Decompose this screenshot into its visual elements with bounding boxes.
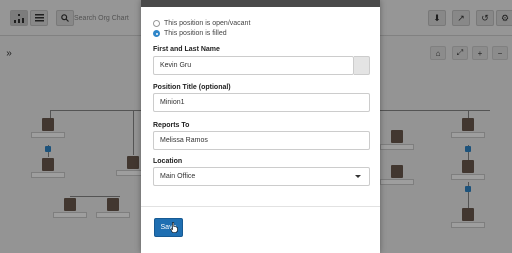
- position-modal: This position is open/vacant This positi…: [141, 0, 380, 253]
- modal-header: [141, 0, 380, 7]
- save-button[interactable]: Save: [154, 218, 183, 237]
- location-select[interactable]: Main Office: [153, 167, 370, 186]
- radio-open-vacant[interactable]: This position is open/vacant: [153, 20, 250, 27]
- chevron-down-icon: [355, 175, 361, 178]
- reports-to-label: Reports To: [153, 122, 190, 129]
- location-select-value: Main Office: [160, 173, 196, 180]
- name-label: First and Last Name: [153, 46, 220, 53]
- position-title-field[interactable]: Minion1: [153, 93, 370, 112]
- radio-label: This position is filled: [164, 30, 227, 37]
- name-field-addon[interactable]: [354, 56, 370, 75]
- position-title-label: Position Title (optional): [153, 84, 231, 91]
- reports-to-field[interactable]: Melissa Ramos: [153, 131, 370, 150]
- radio-checked-icon[interactable]: [153, 30, 160, 37]
- radio-label: This position is open/vacant: [164, 20, 251, 27]
- radio-filled[interactable]: This position is filled: [153, 30, 227, 37]
- name-field[interactable]: Kevin Gru: [153, 56, 354, 75]
- location-label: Location: [153, 158, 183, 165]
- radio-icon[interactable]: [153, 20, 160, 27]
- hand-cursor-icon: [170, 222, 178, 233]
- modal-footer-divider: [141, 206, 380, 207]
